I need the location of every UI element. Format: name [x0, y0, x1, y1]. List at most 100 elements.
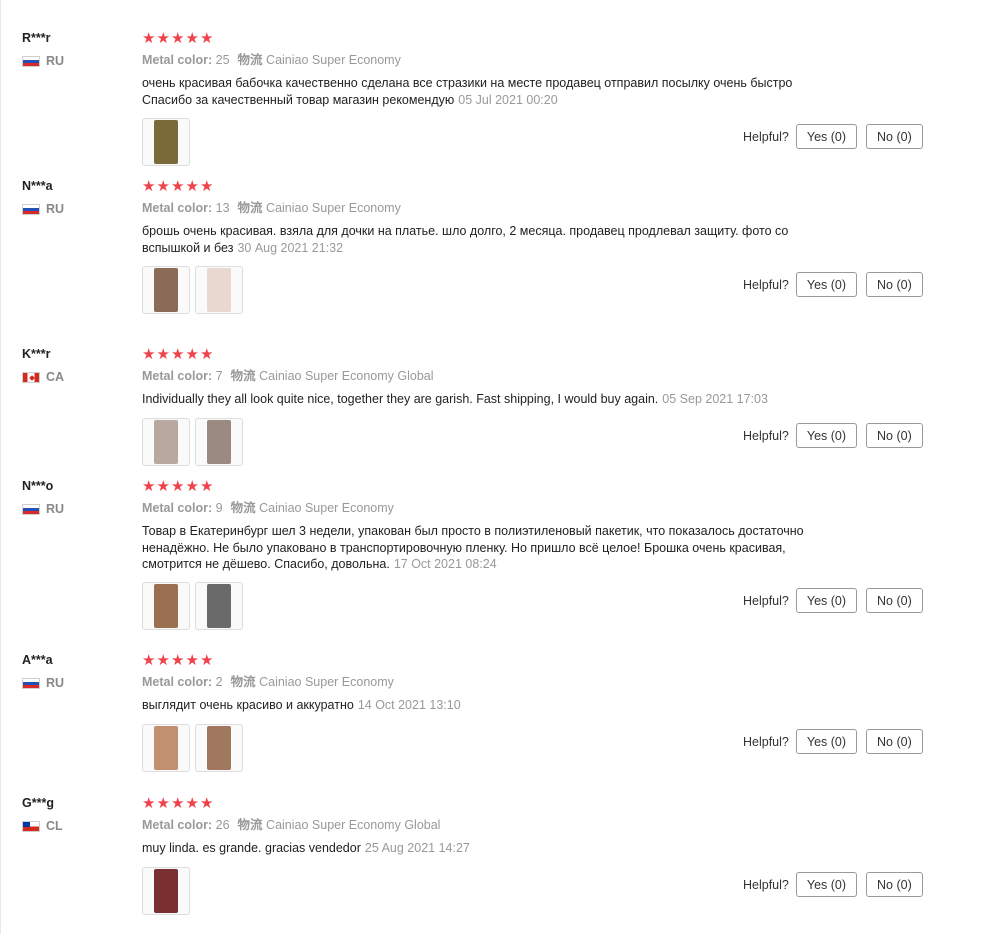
country-code: RU [46, 502, 65, 516]
color-value: 13 [215, 201, 230, 215]
star-icon: ★ [200, 346, 215, 363]
shipping-label: 物流 [237, 201, 263, 215]
country-flag-icon [22, 503, 40, 515]
helpful-yes-button[interactable]: Yes (0) [795, 272, 858, 297]
star-rating: ★ ★ ★ ★ ★ [142, 652, 942, 670]
helpful-label: Helpful? [743, 277, 789, 292]
review-photo-thumbnail[interactable] [142, 118, 190, 166]
review-date: 17 Oct 2021 08:24 [393, 557, 497, 571]
review-item: N***o RU ★ ★ ★ ★ ★ Metal color: 9 物流 Cainiao Sup… [0, 478, 1000, 652]
helpful-yes-button[interactable]: Yes (0) [795, 423, 858, 448]
review-body: muy linda. es grande. gracias vendedor [142, 841, 361, 855]
shipping-value: Cainiao Super Economy Global [259, 369, 434, 383]
helpful-no-button[interactable]: No (0) [866, 272, 923, 297]
star-icon: ★ [185, 346, 200, 363]
star-icon: ★ [200, 652, 215, 669]
color-label: Metal color: [142, 201, 213, 215]
shipping-label: 物流 [237, 818, 263, 832]
shipping-label: 物流 [237, 53, 263, 67]
review-text: очень красивая бабочка качественно сдела… [142, 75, 842, 108]
helpful-yes-button[interactable]: Yes (0) [795, 124, 858, 149]
review-photo-thumbnail[interactable] [195, 724, 243, 772]
star-rating: ★ ★ ★ ★ ★ [142, 478, 942, 496]
reviewer-info: R***r RU [22, 30, 132, 68]
review-photo-thumbnail[interactable] [195, 266, 243, 314]
review-photo-thumbnail[interactable] [142, 867, 190, 915]
helpful-no-button[interactable]: No (0) [866, 124, 923, 149]
photo-image [207, 268, 231, 312]
star-icon: ★ [185, 478, 200, 495]
star-icon: ★ [185, 795, 200, 812]
helpful-label: Helpful? [743, 129, 789, 144]
star-icon: ★ [142, 478, 157, 495]
helpful-yes-button[interactable]: Yes (0) [795, 872, 858, 897]
reviewer-info: N***o RU [22, 478, 132, 516]
helpful-vote: Helpful? Yes (0) No (0) [743, 729, 923, 754]
review-photo-thumbnail[interactable] [142, 418, 190, 466]
star-icon: ★ [142, 346, 157, 363]
review-item: K***r CA ★ ★ ★ ★ ★ Metal color: 7 物流 Cainiao Sup… [0, 346, 1000, 478]
review-photos [142, 724, 243, 772]
helpful-yes-button[interactable]: Yes (0) [795, 588, 858, 613]
reviewer-country: CA [22, 370, 132, 384]
photo-image [154, 420, 178, 464]
color-label: Metal color: [142, 369, 213, 383]
review-photo-thumbnail[interactable] [142, 266, 190, 314]
photo-image [154, 869, 178, 913]
helpful-label: Helpful? [743, 428, 789, 443]
review-item: G***g CL ★ ★ ★ ★ ★ Metal color: 26 物流 Cainiao Su… [0, 795, 1000, 925]
country-code: RU [46, 202, 65, 216]
star-icon: ★ [200, 178, 215, 195]
helpful-yes-button[interactable]: Yes (0) [795, 729, 858, 754]
shipping-label: 物流 [230, 369, 256, 383]
shipping-value: Cainiao Super Economy [259, 675, 394, 689]
helpful-vote: Helpful? Yes (0) No (0) [743, 872, 923, 897]
helpful-no-button[interactable]: No (0) [866, 872, 923, 897]
star-icon: ★ [142, 652, 157, 669]
review-photo-thumbnail[interactable] [142, 724, 190, 772]
review-text: брошь очень красивая. взяла для дочки на… [142, 223, 842, 256]
star-rating: ★ ★ ★ ★ ★ [142, 346, 942, 364]
helpful-label: Helpful? [743, 593, 789, 608]
review-body: выглядит очень красиво и аккуратно [142, 698, 354, 712]
country-code: CA [46, 370, 65, 384]
star-icon: ★ [156, 346, 171, 363]
reviewer-country: RU [22, 54, 132, 68]
color-label: Metal color: [142, 53, 213, 67]
shipping-label: 物流 [230, 675, 256, 689]
star-icon: ★ [200, 478, 215, 495]
review-photos [142, 418, 243, 466]
reviewer-info: A***a RU [22, 652, 132, 690]
star-icon: ★ [171, 346, 186, 363]
color-value: 26 [215, 818, 230, 832]
star-icon: ★ [171, 30, 186, 47]
review-item: N***a RU ★ ★ ★ ★ ★ Metal color: 13 物流 Cainiao Su… [0, 178, 1000, 346]
country-code: CL [46, 819, 63, 833]
shipping-value: Cainiao Super Economy Global [266, 818, 441, 832]
country-code: RU [46, 54, 65, 68]
review-meta: Metal color: 13 物流 Cainiao Super Economy [142, 200, 942, 216]
review-body: Individually they all look quite nice, t… [142, 392, 659, 406]
helpful-no-button[interactable]: No (0) [866, 423, 923, 448]
review-photo-thumbnail[interactable] [195, 418, 243, 466]
country-flag-icon [22, 820, 40, 832]
review-content: ★ ★ ★ ★ ★ Metal color: 26 物流 Cainiao Super Eco… [142, 795, 942, 915]
reviewer-name: N***a [22, 179, 53, 193]
color-value: 2 [215, 675, 223, 689]
review-photo-thumbnail[interactable] [195, 582, 243, 630]
reviewer-country: RU [22, 676, 132, 690]
reviewer-name: R***r [22, 31, 51, 45]
review-photo-thumbnail[interactable] [142, 582, 190, 630]
review-date: 05 Sep 2021 17:03 [662, 392, 768, 406]
helpful-label: Helpful? [743, 734, 789, 749]
review-photos [142, 266, 243, 314]
country-flag-icon [22, 371, 40, 383]
helpful-vote: Helpful? Yes (0) No (0) [743, 588, 923, 613]
review-photos [142, 582, 243, 630]
helpful-vote: Helpful? Yes (0) No (0) [743, 423, 923, 448]
helpful-no-button[interactable]: No (0) [866, 588, 923, 613]
reviewer-info: G***g CL [22, 795, 132, 833]
country-flag-icon [22, 203, 40, 215]
review-date: 14 Oct 2021 13:10 [357, 698, 461, 712]
helpful-no-button[interactable]: No (0) [866, 729, 923, 754]
